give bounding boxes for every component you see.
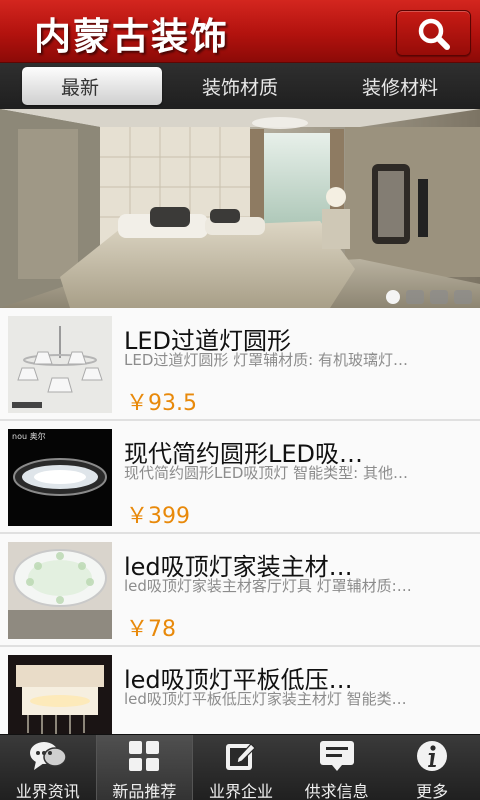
search-button[interactable] xyxy=(396,10,471,56)
slide-dot[interactable] xyxy=(406,290,424,304)
chandelier-photo xyxy=(8,316,112,413)
nav-industry-companies[interactable]: 业界企业 xyxy=(193,735,289,800)
tab-label: 装修材料 xyxy=(361,76,438,99)
product-price: ￥399 xyxy=(126,504,190,529)
nav-label: 业界企业 xyxy=(208,782,273,800)
product-price: ￥78 xyxy=(126,617,176,642)
product-description: led吸顶灯家装主材客厅灯具 灯罩辅材质:… xyxy=(124,577,412,595)
nav-new-products[interactable]: 新品推荐 xyxy=(95,735,194,800)
tab-label: 装饰材质 xyxy=(201,76,278,99)
product-price: ￥93.5 xyxy=(126,391,197,416)
product-thumbnail xyxy=(8,542,112,639)
nav-label: 更多 xyxy=(416,782,449,800)
bedroom-interior-photo xyxy=(0,109,480,308)
edit-icon xyxy=(225,743,256,770)
nav-industry-news[interactable]: 业界资讯 xyxy=(0,735,96,800)
product-description: led吸顶灯平板低压灯家装主材灯 智能类… xyxy=(124,690,407,708)
app-title: 内蒙古装饰 xyxy=(34,14,229,58)
tab-renovation-materials[interactable]: 装修材料 xyxy=(320,63,480,109)
slide-dot[interactable] xyxy=(430,290,448,304)
product-list: LED过道灯圆形 LED过道灯圆形 灯罩辅材质: 有机玻璃灯… ￥93.5 no… xyxy=(0,308,480,734)
tab-latest[interactable]: 最新 xyxy=(0,63,162,109)
crystal-ceiling-light-photo xyxy=(8,655,112,734)
grid-icon xyxy=(129,741,160,771)
app-header: 内蒙古装饰 xyxy=(0,0,480,63)
search-icon xyxy=(418,18,450,50)
product-thumbnail xyxy=(8,316,112,413)
product-item[interactable]: LED过道灯圆形 LED过道灯圆形 灯罩辅材质: 有机玻璃灯… ￥93.5 xyxy=(0,308,480,421)
floral-ceiling-light-photo xyxy=(8,542,112,639)
product-item[interactable]: nou 奥尔 现代简约圆形LED吸… 现代简约圆形LED吸顶灯 智能类型: 其他… xyxy=(0,421,480,534)
product-item[interactable]: led吸顶灯平板低压… led吸顶灯平板低压灯家装主材灯 智能类… xyxy=(0,647,480,734)
app-screen: 内蒙古装饰 最新 装饰材质 装修材料 LED过道灯圆形 LED过道灯圆形 灯罩辅… xyxy=(0,0,480,800)
tab-label: 最新 xyxy=(60,76,99,99)
nav-more[interactable]: 更多 xyxy=(384,735,480,800)
nav-label: 新品推荐 xyxy=(112,782,177,800)
round-ceiling-light-photo: nou 奥尔 xyxy=(8,429,112,526)
product-thumbnail xyxy=(8,655,112,734)
slide-dot[interactable] xyxy=(386,290,400,304)
message-icon xyxy=(319,741,354,771)
category-tabs: 最新 装饰材质 装修材料 xyxy=(0,63,480,109)
slide-indicators xyxy=(386,290,472,304)
nav-supply-demand[interactable]: 供求信息 xyxy=(289,735,385,800)
product-description: 现代简约圆形LED吸顶灯 智能类型: 其他… xyxy=(124,464,408,482)
slide-dot[interactable] xyxy=(454,290,472,304)
chat-bubbles-icon xyxy=(29,742,67,770)
product-thumbnail: nou 奥尔 xyxy=(8,429,112,526)
banner-slider[interactable] xyxy=(0,109,480,308)
brand-text: nou 奥尔 xyxy=(12,431,46,441)
nav-label: 业界资讯 xyxy=(15,782,80,800)
bottom-navigation: 业界资讯 新品推荐 业界企业 供求信息 更多 xyxy=(0,734,480,800)
nav-label: 供求信息 xyxy=(304,782,369,800)
product-description: LED过道灯圆形 灯罩辅材质: 有机玻璃灯… xyxy=(124,351,408,369)
info-icon xyxy=(417,741,448,771)
product-item[interactable]: led吸顶灯家装主材… led吸顶灯家装主材客厅灯具 灯罩辅材质:… ￥78 xyxy=(0,534,480,647)
tab-decoration-materials[interactable]: 装饰材质 xyxy=(160,63,320,109)
